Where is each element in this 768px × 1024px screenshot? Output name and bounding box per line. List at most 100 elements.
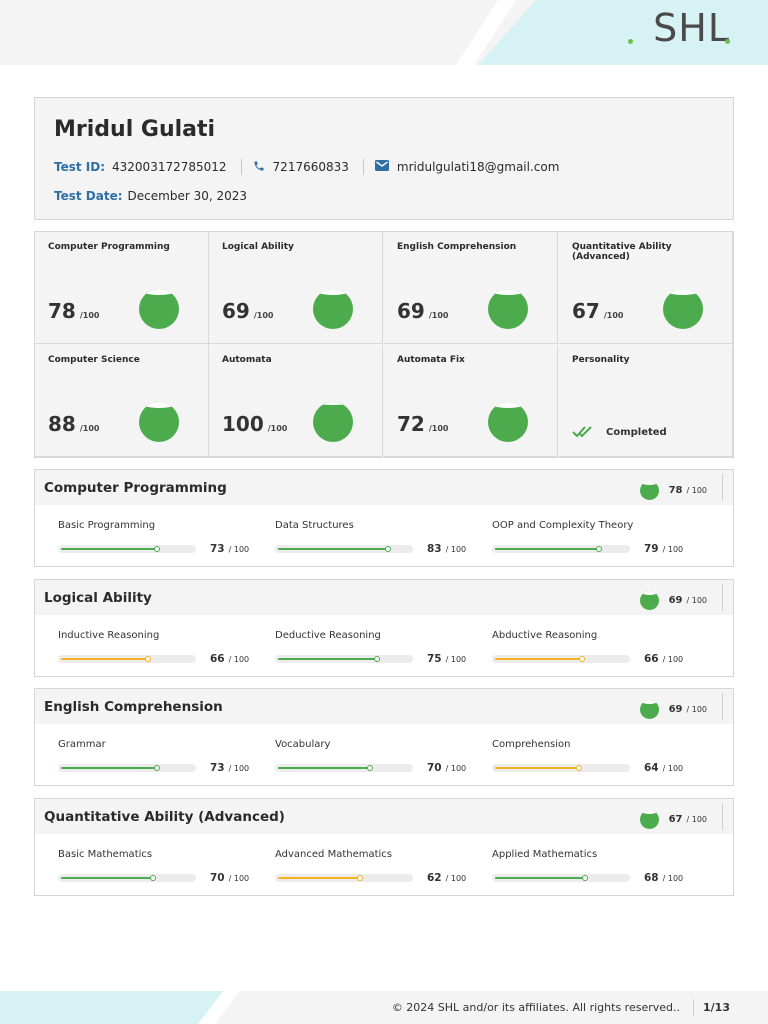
logo-dot-right bbox=[725, 39, 730, 44]
progress-knob bbox=[582, 875, 588, 881]
test-date-label: Test Date: bbox=[54, 189, 123, 203]
tile-title: Logical Ability bbox=[222, 242, 294, 252]
tile-title: Automata bbox=[222, 355, 272, 365]
subscore-label: Grammar bbox=[58, 739, 106, 750]
subscore-value: 66/ 100 bbox=[644, 653, 684, 665]
score-ball-icon bbox=[639, 810, 659, 829]
score-ball-icon bbox=[313, 402, 353, 442]
phone-icon bbox=[253, 160, 265, 175]
progress-track bbox=[58, 874, 196, 882]
subscore-value: 62/ 100 bbox=[427, 872, 467, 884]
progress-fill bbox=[61, 548, 157, 550]
score-tile: Computer Science 88/100 bbox=[35, 345, 209, 457]
subscore-value: 73/ 100 bbox=[210, 762, 250, 774]
subscore-item: Basic Programming 73/ 100 bbox=[58, 514, 258, 559]
tile-title: Quantitative Ability (Advanced) bbox=[572, 242, 672, 262]
tile-score: 100/100 bbox=[222, 412, 288, 436]
subscore-label: Applied Mathematics bbox=[492, 849, 598, 860]
progress-knob bbox=[357, 875, 363, 881]
section-score: 69/ 100 bbox=[639, 591, 707, 610]
progress-knob bbox=[367, 765, 373, 771]
subscore-label: Inductive Reasoning bbox=[58, 630, 160, 641]
score-ball-icon bbox=[639, 481, 659, 500]
subscore-value: 70/ 100 bbox=[210, 872, 250, 884]
progress-fill bbox=[61, 767, 157, 769]
score-tile: Automata Fix 72/100 bbox=[384, 345, 558, 457]
progress-fill bbox=[495, 548, 599, 550]
candidate-card: Mridul Gulati Test ID: 432003172785012 7… bbox=[34, 97, 734, 220]
logo-dot-left bbox=[628, 39, 633, 44]
subscore-value: 79/ 100 bbox=[644, 543, 684, 555]
section-card: English Comprehension 69/ 100 Grammar 73/ 1… bbox=[34, 688, 734, 786]
progress-knob bbox=[579, 656, 585, 662]
section-card: Logical Ability 69/ 100 Inductive Reasonin… bbox=[34, 579, 734, 677]
progress-track bbox=[275, 655, 413, 663]
section-header: Quantitative Ability (Advanced) 67/ 100 bbox=[35, 799, 733, 834]
subscore-value: 75/ 100 bbox=[427, 653, 467, 665]
subscore-label: Basic Mathematics bbox=[58, 849, 153, 860]
subscore-label: Data Structures bbox=[275, 520, 354, 531]
section-header: English Comprehension 69/ 100 bbox=[35, 689, 733, 724]
subscore-item: Comprehension 64/ 100 bbox=[492, 733, 692, 778]
section-title: Logical Ability bbox=[44, 590, 152, 606]
progress-fill bbox=[278, 877, 360, 879]
score-ball-icon bbox=[139, 289, 179, 329]
progress-knob bbox=[596, 546, 602, 552]
section-score: 67/ 100 bbox=[639, 810, 707, 829]
subscore-label: Advanced Mathematics bbox=[275, 849, 393, 860]
tile-score: 72/100 bbox=[397, 412, 449, 436]
progress-track bbox=[492, 764, 630, 772]
shl-logo: SHL bbox=[653, 6, 730, 50]
section-score: 69/ 100 bbox=[639, 700, 707, 719]
test-date-value: December 30, 2023 bbox=[127, 189, 248, 203]
score-tile: Personality Completed bbox=[559, 345, 733, 457]
test-id-label: Test ID: bbox=[54, 160, 106, 174]
score-ball-icon bbox=[663, 289, 703, 329]
score-ball-icon bbox=[139, 402, 179, 442]
score-tile: Automata 100/100 bbox=[209, 345, 383, 457]
section-header: Computer Programming 78/ 100 bbox=[35, 470, 733, 505]
progress-fill bbox=[278, 658, 377, 660]
subscore-item: Deductive Reasoning 75/ 100 bbox=[275, 624, 475, 669]
progress-knob bbox=[150, 875, 156, 881]
progress-knob bbox=[145, 656, 151, 662]
progress-knob bbox=[385, 546, 391, 552]
score-ball-icon bbox=[313, 289, 353, 329]
subscore-value: 83/ 100 bbox=[427, 543, 467, 555]
progress-track bbox=[275, 874, 413, 882]
tile-score: 78/100 bbox=[48, 299, 100, 323]
double-check-icon bbox=[572, 426, 592, 438]
subscore-value: 68/ 100 bbox=[644, 872, 684, 884]
subscore-item: Abductive Reasoning 66/ 100 bbox=[492, 624, 692, 669]
tile-score: 88/100 bbox=[48, 412, 100, 436]
score-tile: Computer Programming 78/100 bbox=[35, 232, 209, 344]
progress-fill bbox=[495, 767, 579, 769]
tile-score: 69/100 bbox=[222, 299, 274, 323]
candidate-name: Mridul Gulati bbox=[54, 117, 216, 142]
score-ball-icon bbox=[639, 700, 659, 719]
subscore-label: Vocabulary bbox=[275, 739, 331, 750]
score-ball-icon bbox=[639, 591, 659, 610]
section-score: 78/ 100 bbox=[639, 481, 707, 500]
subscore-item: Inductive Reasoning 66/ 100 bbox=[58, 624, 258, 669]
progress-track bbox=[275, 764, 413, 772]
section-card: Quantitative Ability (Advanced) 67/ 100 Ba… bbox=[34, 798, 734, 896]
subscore-value: 64/ 100 bbox=[644, 762, 684, 774]
tile-score: 69/100 bbox=[397, 299, 449, 323]
section-divider bbox=[722, 803, 723, 830]
section-header: Logical Ability 69/ 100 bbox=[35, 580, 733, 615]
score-tile: Logical Ability 69/100 bbox=[209, 232, 383, 344]
progress-knob bbox=[154, 546, 160, 552]
subscore-label: OOP and Complexity Theory bbox=[492, 520, 634, 531]
info-divider bbox=[240, 159, 242, 175]
copyright-text: © 2024 SHL and/or its affiliates. All ri… bbox=[391, 1001, 680, 1014]
progress-knob bbox=[374, 656, 380, 662]
progress-fill bbox=[495, 877, 585, 879]
section-divider bbox=[722, 584, 723, 611]
mail-icon bbox=[374, 160, 389, 174]
subscore-item: OOP and Complexity Theory 79/ 100 bbox=[492, 514, 692, 559]
progress-track bbox=[492, 874, 630, 882]
progress-fill bbox=[278, 548, 388, 550]
phone-value: 7217660833 bbox=[272, 160, 349, 174]
test-id-value: 432003172785012 bbox=[112, 160, 227, 174]
